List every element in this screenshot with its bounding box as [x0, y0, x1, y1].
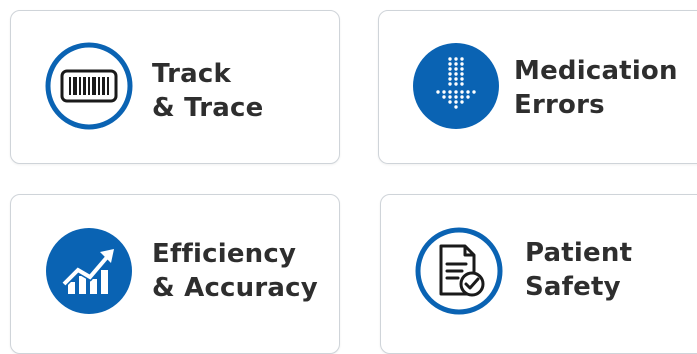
card-track-trace[interactable]: Track & Trace	[10, 10, 340, 164]
card-label: Track & Trace	[152, 57, 263, 125]
card-label-line2: Safety	[525, 272, 621, 302]
card-label: Patient Safety	[525, 236, 632, 304]
card-label-line1: Efficiency	[152, 239, 297, 269]
document-check-icon	[415, 227, 503, 315]
card-label-line1: Patient	[525, 238, 633, 268]
card-medication-errors[interactable]: Medication Errors	[378, 10, 697, 164]
arrow-down-icon	[413, 43, 499, 129]
card-label-line1: Track	[152, 59, 231, 89]
growth-chart-icon	[46, 228, 132, 314]
card-label: Medication Errors	[514, 54, 678, 122]
card-efficiency-accuracy[interactable]: Efficiency & Accuracy	[10, 194, 340, 354]
card-patient-safety[interactable]: Patient Safety	[380, 194, 697, 354]
card-label-line2: & Accuracy	[152, 273, 318, 303]
barcode-icon	[45, 42, 133, 130]
card-label-line1: Medication	[514, 56, 678, 86]
card-label: Efficiency & Accuracy	[152, 237, 318, 305]
card-label-line2: Errors	[514, 90, 605, 120]
card-label-line2: & Trace	[152, 93, 264, 123]
